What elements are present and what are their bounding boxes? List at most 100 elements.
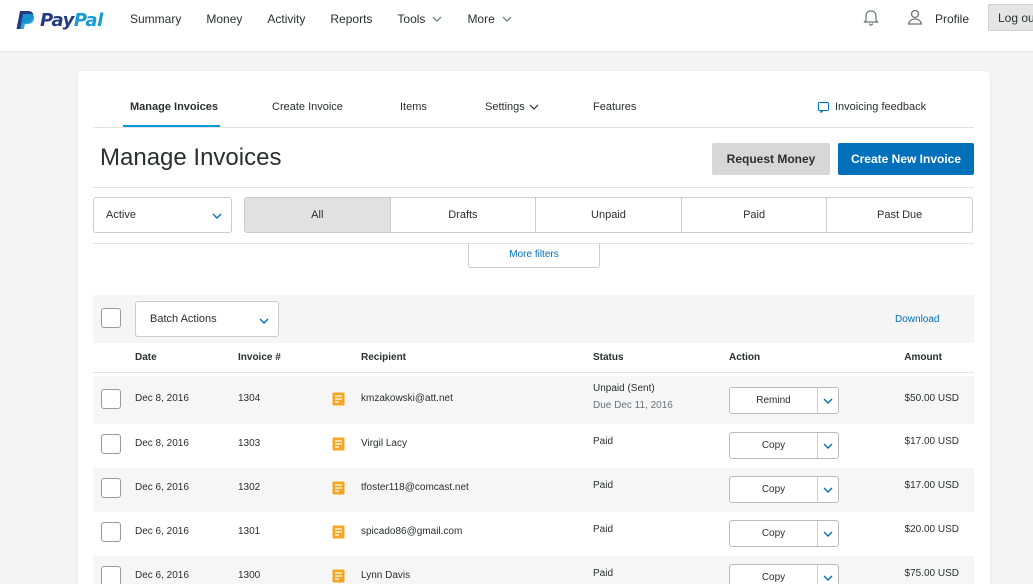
invoicing-feedback-link[interactable]: Invoicing feedback [818,101,926,113]
chevron-down-icon[interactable] [823,531,833,537]
download-link[interactable]: Download [895,314,939,325]
nav-reports[interactable]: Reports [330,12,372,26]
paypal-logo-icon [16,11,35,29]
logout-button[interactable]: Log out [988,4,1033,31]
invoice-document-icon [332,481,345,495]
filter-tab-paid[interactable]: Paid [680,198,827,232]
request-money-button[interactable]: Request Money [712,143,830,175]
filter-tab-unpaid[interactable]: Unpaid [535,198,681,232]
paypal-logo[interactable]: PayPal [14,9,103,31]
create-new-invoice-button[interactable]: Create New Invoice [838,143,974,175]
invoice-document-icon [332,392,345,406]
invoice-recipient[interactable]: tfoster118@comcast.net [361,482,469,493]
chevron-down-icon[interactable] [823,487,833,493]
row-action-split-button: Copy [729,520,839,547]
row-action-split-button: Copy [729,564,839,584]
invoice-number[interactable]: 1302 [238,482,260,493]
chevron-down-icon[interactable] [823,575,833,581]
row-checkbox[interactable] [101,434,121,454]
invoice-status: Paid [593,524,614,535]
tab-settings[interactable]: Settings [485,101,539,113]
remind-button[interactable]: Remind [730,388,817,413]
invoice-recipient[interactable]: kmzakowski@att.net [361,393,453,404]
invoice-date: Dec 8, 2016 [135,438,189,449]
filter-tabs: All Drafts Unpaid Paid Past Due [244,197,973,233]
row-checkbox[interactable] [101,478,121,498]
nav-tools-label: Tools [397,12,426,26]
batch-actions-bar: Batch Actions Download [93,295,974,343]
chevron-down-icon[interactable] [823,443,833,449]
copy-button[interactable]: Copy [730,521,817,546]
split-divider [817,433,818,458]
row-checkbox[interactable] [101,522,121,542]
filter-tab-past-due[interactable]: Past Due [826,198,972,232]
logo-pal: Pal [73,9,103,31]
invoice-recipient[interactable]: Virgil Lacy [361,438,407,449]
chevron-down-icon [433,16,442,22]
tab-items[interactable]: Items [400,101,427,113]
active-tab-underline [123,125,220,127]
invoice-number[interactable]: 1304 [238,393,260,404]
tab-create-invoice[interactable]: Create Invoice [272,101,343,113]
nav-tools[interactable]: Tools [397,12,442,26]
nav-money-label: Money [206,12,243,26]
table-header: Date Invoice # Recipient Status Action A… [93,343,974,373]
nav-activity[interactable]: Activity [267,12,305,26]
column-header-recipient[interactable]: Recipient [361,352,406,363]
tab-manage-invoices[interactable]: Manage Invoices [130,101,218,113]
copy-button[interactable]: Copy [730,565,817,584]
copy-button[interactable]: Copy [730,433,817,458]
batch-actions-select[interactable]: Batch Actions [135,301,279,337]
invoice-date: Dec 6, 2016 [135,526,189,537]
paypal-wordmark: PayPal [40,10,103,31]
status-scope-select[interactable]: Active [93,197,232,233]
chevron-down-icon [259,318,269,324]
invoice-number[interactable]: 1300 [238,570,260,581]
profile-link[interactable]: Profile [935,12,969,26]
table-row[interactable]: Dec 6, 2016 1300 Lynn Davis Paid Copy $7… [93,556,974,584]
copy-button[interactable]: Copy [730,477,817,502]
column-header-action[interactable]: Action [729,352,760,363]
invoice-document-icon [332,569,345,583]
split-divider [817,521,818,546]
invoice-amount: $75.00 USD [904,568,959,579]
notification-bell-icon[interactable] [862,9,880,27]
logo-pay: Pay [40,9,74,31]
invoice-number[interactable]: 1303 [238,438,260,449]
invoice-status: Paid [593,480,614,491]
page-title: Manage Invoices [100,144,282,171]
invoices-card: Manage Invoices Create Invoice Items Set… [78,71,990,584]
nav-more[interactable]: More [467,12,512,26]
invoice-number[interactable]: 1301 [238,526,260,537]
column-header-amount[interactable]: Amount [904,352,942,363]
tab-features[interactable]: Features [593,101,636,113]
filter-tab-drafts[interactable]: Drafts [389,198,536,232]
invoice-status: Paid [593,568,614,579]
invoice-recipient[interactable]: Lynn Davis [361,570,410,581]
status-scope-value: Active [106,209,136,221]
row-action-split-button: Copy [729,432,839,459]
table-row[interactable]: Dec 8, 2016 1304 kmzakowski@att.net Unpa… [93,376,974,424]
column-header-date[interactable]: Date [135,352,157,363]
invoice-recipient[interactable]: spicado86@gmail.com [361,526,462,537]
table-row[interactable]: Dec 6, 2016 1302 tfoster118@comcast.net … [93,468,974,512]
column-header-status[interactable]: Status [593,352,624,363]
profile-icon[interactable] [906,8,924,26]
nav-summary[interactable]: Summary [130,12,181,26]
nav-reports-label: Reports [330,12,373,26]
invoicing-subnav: Manage Invoices Create Invoice Items Set… [93,98,974,128]
row-checkbox[interactable] [101,566,121,584]
more-filters-button[interactable]: More filters [468,243,600,268]
select-all-checkbox[interactable] [101,308,121,328]
divider [93,187,974,188]
invoicing-feedback-label: Invoicing feedback [835,101,927,113]
chevron-down-icon[interactable] [823,398,833,404]
filter-tab-all[interactable]: All [245,198,390,232]
table-row[interactable]: Dec 8, 2016 1303 Virgil Lacy Paid Copy $… [93,424,974,468]
invoice-date: Dec 8, 2016 [135,393,189,404]
column-header-invoice-number[interactable]: Invoice # [238,352,281,363]
table-row[interactable]: Dec 6, 2016 1301 spicado86@gmail.com Pai… [93,512,974,556]
row-checkbox[interactable] [101,389,121,409]
invoice-date: Dec 6, 2016 [135,482,189,493]
nav-money[interactable]: Money [206,12,242,26]
